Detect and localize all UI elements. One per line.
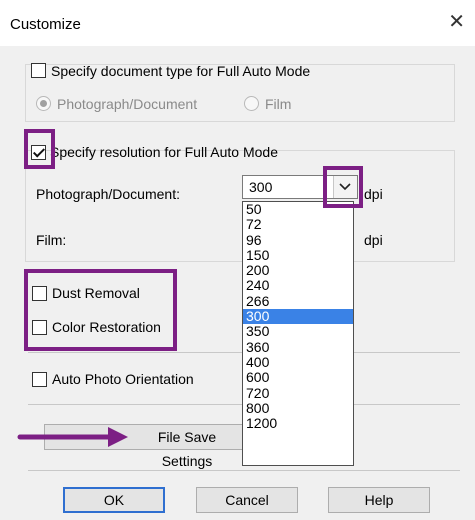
dropdown-option[interactable]: 72 [243,217,353,232]
arrow-right-icon [17,427,128,447]
photo-resolution-label: Photograph/Document: [36,186,180,202]
dropdown-option[interactable]: 350 [243,324,353,339]
auto-orientation-checkbox[interactable] [32,372,47,387]
dropdown-option[interactable]: 600 [243,370,353,385]
chevron-down-icon[interactable] [333,176,357,198]
resolution-checkbox[interactable] [31,145,46,160]
cancel-button[interactable]: Cancel [196,487,298,513]
dropdown-option[interactable]: 360 [243,339,353,355]
resolution-checkbox-label[interactable]: Specify resolution for Full Auto Mode [50,144,278,160]
title-bar: Customize ✕ [0,0,475,46]
auto-orientation-label[interactable]: Auto Photo Orientation [52,371,194,387]
resolution-dropdown-list[interactable]: 50 72 96 150 200 240 266 300 350 360 400 600 720 800 1… [242,201,354,466]
dropdown-option[interactable]: 300 [243,308,353,325]
photo-doc-radio[interactable] [36,96,51,111]
color-restoration-label[interactable]: Color Restoration [52,319,161,335]
dropdown-option[interactable]: 200 [243,263,353,278]
doc-type-checkbox[interactable] [31,63,46,78]
film-resolution-label: Film: [36,232,67,248]
divider [28,470,460,471]
file-save-settings-label: File Save Settings [157,429,217,469]
window-title: Customize [10,16,81,33]
dust-removal-checkbox[interactable] [32,286,47,301]
photo-dpi-unit: dpi [364,186,383,202]
dropdown-option[interactable]: 1200 [243,416,353,431]
dropdown-option[interactable]: 240 [243,278,353,293]
film-radio[interactable] [244,96,259,111]
dropdown-option[interactable]: 720 [243,385,353,401]
photo-resolution-value: 300 [249,179,273,195]
dust-removal-label[interactable]: Dust Removal [52,285,140,301]
close-icon[interactable]: ✕ [448,12,465,32]
highlight-restoration-options [24,269,177,351]
resolution-group [25,150,455,262]
photo-doc-radio-label[interactable]: Photograph/Document [57,96,197,112]
dropdown-option[interactable]: 150 [243,247,353,263]
doc-type-checkbox-label[interactable]: Specify document type for Full Auto Mode [51,63,310,79]
dropdown-option[interactable]: 96 [243,232,353,248]
dropdown-option[interactable]: 50 [243,202,353,217]
color-restoration-checkbox[interactable] [32,320,47,335]
help-button[interactable]: Help [328,487,430,513]
dropdown-option[interactable]: 800 [243,400,353,416]
ok-button[interactable]: OK [63,487,165,513]
dropdown-option[interactable]: 266 [243,293,353,309]
film-radio-label[interactable]: Film [265,96,291,112]
dropdown-option[interactable]: 400 [243,354,353,370]
film-dpi-unit: dpi [364,232,383,248]
photo-resolution-select[interactable]: 300 [242,175,358,199]
